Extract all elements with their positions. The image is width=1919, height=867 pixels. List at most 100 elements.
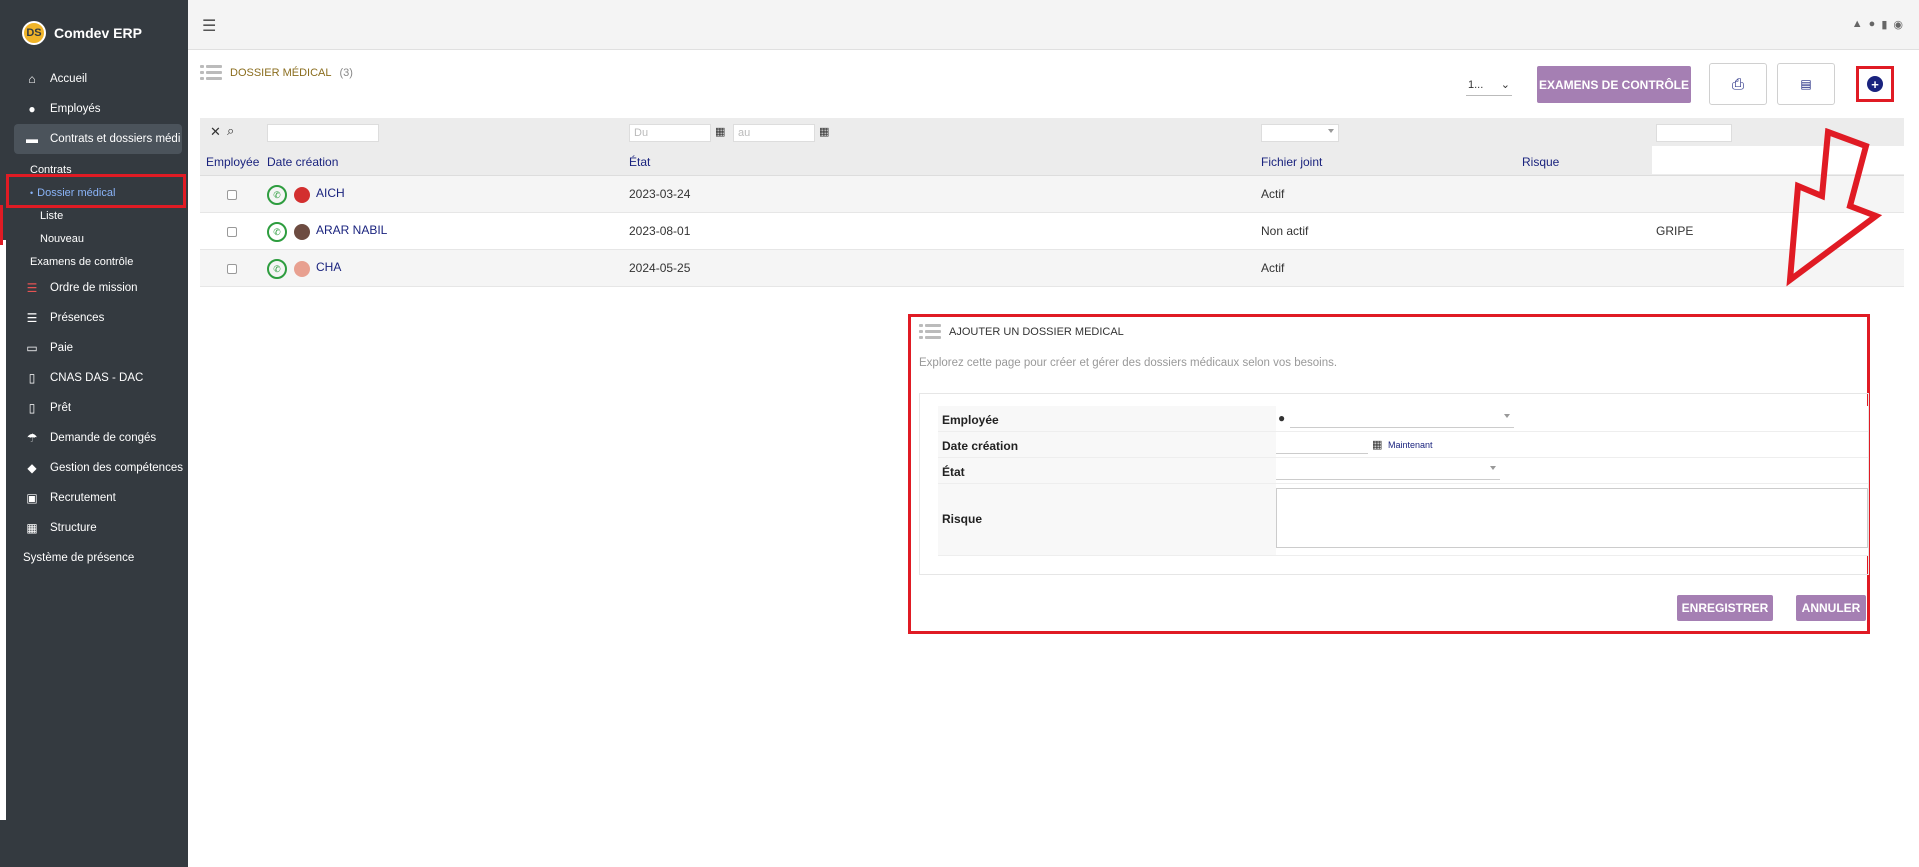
column-etat[interactable]: État	[629, 155, 650, 169]
sidebar-item-cnas[interactable]: ▯ CNAS DAS - DAC	[6, 363, 188, 393]
table-header: Employée Date création État Fichier join…	[200, 146, 1904, 176]
page-size-select[interactable]: 1... ⌄	[1466, 74, 1512, 96]
risque-textarea[interactable]	[1276, 488, 1868, 548]
sidebar-sub-examens[interactable]: Examens de contrôle	[6, 250, 188, 273]
top-icons: ▲ ● ▮ ◉	[1852, 18, 1903, 31]
document-icon: ▯	[28, 401, 36, 415]
etat-select[interactable]	[1276, 462, 1500, 480]
app-name: Comdev ERP	[54, 25, 142, 41]
sidebar-item-ordre-mission[interactable]: ☰ Ordre de mission	[6, 273, 188, 303]
user-avatar-icon[interactable]: ◉	[1893, 18, 1903, 31]
sidebar-item-structure[interactable]: ▦ Structure	[6, 513, 188, 543]
annotation-arrow	[1786, 128, 1883, 287]
page-header: DOSSIER MÉDICAL (3)	[200, 64, 353, 82]
etat-value-cell	[1276, 458, 1868, 483]
column-risque[interactable]: Risque	[1522, 155, 1559, 169]
sidebar-item-accueil[interactable]: ⌂ Accueil	[6, 64, 188, 94]
column-fichier[interactable]: Fichier joint	[1261, 155, 1322, 169]
sidebar-item-label: Système de présence	[23, 552, 135, 564]
date-cell: 2024-05-25	[629, 261, 691, 275]
list-icon	[200, 64, 222, 82]
sidebar-item-pret[interactable]: ▯ Prêt	[6, 393, 188, 423]
employee-select[interactable]	[1290, 410, 1514, 428]
user-icon: ●	[28, 102, 36, 116]
table-row[interactable]: ✆ ARAR NABIL 2023-08-01 Non actif GRIPE	[200, 213, 1904, 250]
brand-logo: DS	[22, 21, 46, 45]
sidebar-item-label: Paie	[50, 342, 74, 354]
employee-filter-input[interactable]	[267, 124, 379, 142]
row-checkbox[interactable]	[227, 227, 237, 237]
chat-icon[interactable]: ●	[1869, 18, 1876, 31]
clear-filter-icon[interactable]: ✕	[210, 124, 221, 140]
bell-icon[interactable]: ▲	[1852, 18, 1863, 31]
sidebar-item-label: Structure	[50, 522, 97, 534]
column-date[interactable]: Date création	[267, 155, 338, 169]
whatsapp-icon[interactable]: ✆	[267, 259, 287, 279]
date-cell: 2023-08-01	[629, 224, 691, 238]
form-title: AJOUTER UN DOSSIER MEDICAL	[949, 326, 1124, 338]
save-button[interactable]: ENREGISTRER	[1677, 595, 1773, 621]
table-row[interactable]: ✆ AICH 2023-03-24 Actif	[200, 176, 1904, 213]
clipboard-icon[interactable]: ▮	[1881, 18, 1887, 31]
print-button[interactable]: ⎙	[1709, 63, 1767, 105]
add-button[interactable]: +	[1856, 66, 1894, 102]
sidebar-item-contrats-dossiers[interactable]: ▬ Contrats et dossiers médi	[14, 124, 182, 154]
sidebar-item-conges[interactable]: ☂ Demande de congés	[6, 423, 188, 453]
date-to-input[interactable]: au	[733, 124, 815, 142]
field-row-etat: État	[938, 458, 1868, 484]
cubes-icon: ◆	[27, 461, 37, 475]
highlight-marker	[0, 205, 3, 245]
user-icon: ●	[1278, 411, 1286, 425]
calendar-icon[interactable]: ▦	[1372, 438, 1382, 451]
whatsapp-icon[interactable]: ✆	[267, 222, 287, 242]
form-header: AJOUTER UN DOSSIER MEDICAL	[919, 323, 1124, 341]
sidebar-item-recrutement[interactable]: ▣ Recrutement	[6, 483, 188, 513]
row-checkbox[interactable]	[227, 190, 237, 200]
employee-name[interactable]: CHA	[316, 260, 341, 274]
column-employee[interactable]: Employée	[206, 155, 259, 169]
etat-cell: Actif	[1261, 261, 1285, 275]
field-row-risque: Risque	[938, 484, 1868, 556]
sidebar-item-label: Recrutement	[50, 492, 116, 504]
whatsapp-icon[interactable]: ✆	[267, 185, 287, 205]
now-link[interactable]: Maintenant	[1388, 440, 1433, 450]
calendar-icon[interactable]: ▦	[819, 125, 829, 138]
sidebar-nav: ⌂ Accueil ● Employés ▬ Contrats et dossi…	[6, 64, 188, 573]
sidebar-item-label: Gestion des compétences	[50, 462, 183, 474]
page-title: DOSSIER MÉDICAL	[230, 67, 332, 79]
date-input[interactable]	[1276, 436, 1368, 454]
date-cell: 2023-03-24	[629, 187, 691, 201]
table-row[interactable]: ✆ CHA 2024-05-25 Actif	[200, 250, 1904, 287]
print-icon: ⎙	[1731, 75, 1744, 93]
cancel-button[interactable]: ANNULER	[1796, 595, 1866, 621]
field-row-employee: Employée ●	[938, 406, 1868, 432]
row-checkbox[interactable]	[227, 264, 237, 274]
folder-icon: ▬	[26, 132, 38, 146]
employee-name[interactable]: ARAR NABIL	[316, 223, 387, 237]
briefcase-icon: ▣	[26, 491, 38, 505]
etat-filter-select[interactable]	[1261, 124, 1339, 142]
caret-down-icon	[1504, 414, 1510, 418]
hamburger-icon[interactable]: ☰	[202, 16, 216, 36]
search-icon[interactable]: ⌕	[227, 123, 234, 139]
sidebar-item-employes[interactable]: ● Employés	[6, 94, 188, 124]
sidebar-item-presences[interactable]: ☰ Présences	[6, 303, 188, 333]
export-excel-button[interactable]: ▤	[1777, 63, 1835, 105]
date-value-cell: ▦ Maintenant	[1276, 432, 1868, 457]
examens-controle-button[interactable]: EXAMENS DE CONTRÔLE	[1537, 66, 1691, 103]
avatar	[294, 187, 310, 203]
sidebar-item-paie[interactable]: ▭ Paie	[6, 333, 188, 363]
risque-filter-input[interactable]	[1656, 124, 1732, 142]
sidebar-item-competences[interactable]: ◆ Gestion des compétences	[6, 453, 188, 483]
employee-name[interactable]: AICH	[316, 186, 345, 200]
field-row-date: Date création ▦ Maintenant	[938, 432, 1868, 458]
sidebar-item-label: Présences	[50, 312, 105, 324]
date-from-input[interactable]: Du	[629, 124, 711, 142]
brand[interactable]: DS Comdev ERP	[22, 20, 142, 46]
calendar-icon[interactable]: ▦	[715, 125, 725, 138]
sidebar-item-systeme-presence[interactable]: Système de présence	[6, 543, 188, 573]
page-count: (3)	[339, 67, 353, 79]
sidebar-sub-nouveau[interactable]: Nouveau	[6, 227, 188, 250]
sidebar-item-label: Contrats et dossiers médi	[50, 133, 181, 145]
excel-icon: ▤	[1800, 77, 1812, 91]
